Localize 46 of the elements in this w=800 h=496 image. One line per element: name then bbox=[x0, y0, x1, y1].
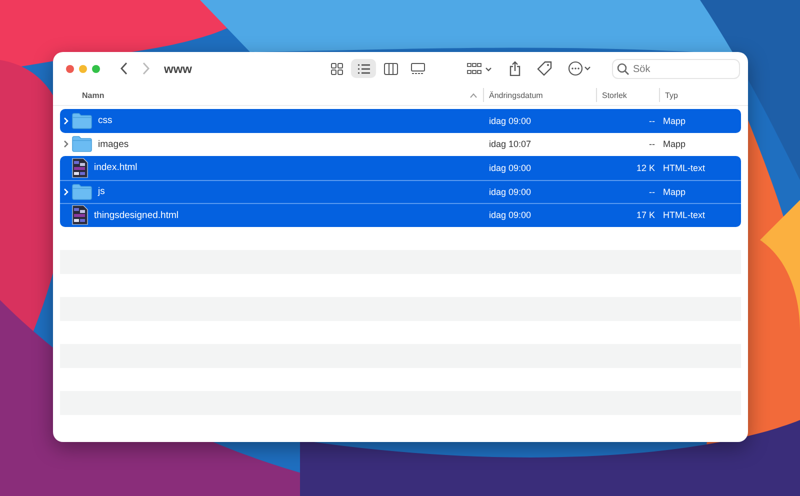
file-name: thingsdesigned.html bbox=[94, 210, 178, 221]
folder-icon bbox=[72, 136, 92, 152]
list-view-button[interactable] bbox=[351, 59, 376, 78]
list-icon bbox=[356, 62, 370, 74]
modified-date: idag 10:07 bbox=[488, 139, 532, 150]
search-icon bbox=[617, 62, 629, 74]
folder-icon bbox=[72, 112, 92, 129]
modified-date: idag 09:00 bbox=[488, 186, 532, 197]
back-icon[interactable] bbox=[120, 62, 128, 75]
columns-icon bbox=[384, 62, 398, 74]
column-header[interactable]: Typ bbox=[660, 88, 740, 102]
file-type: Mapp bbox=[662, 116, 687, 126]
sort-caret-icon bbox=[470, 92, 477, 98]
file-type: Mapp bbox=[662, 139, 687, 150]
file-type: HTML-text bbox=[662, 162, 706, 173]
window-title: www bbox=[164, 62, 194, 76]
file-size: 17 K bbox=[635, 210, 656, 220]
file-type: HTML-text bbox=[662, 210, 706, 220]
document-icon bbox=[72, 205, 88, 226]
folder-icon bbox=[72, 184, 92, 200]
file-name: index.html bbox=[94, 162, 138, 174]
gallery-icon bbox=[410, 62, 424, 74]
grid-icon bbox=[330, 62, 344, 74]
modified-date: idag 09:00 bbox=[488, 116, 532, 126]
file-name: css bbox=[98, 115, 112, 126]
file-type: Mapp bbox=[662, 186, 687, 197]
file-row[interactable]: images idag 10:07 -- Mapp bbox=[60, 132, 741, 156]
column-header[interactable]: Ändringsdatum bbox=[484, 88, 597, 102]
file-row[interactable]: thingsdesigned.html idag 09:00 17 K HTML-text bbox=[60, 203, 741, 226]
modified-date: idag 09:00 bbox=[488, 210, 532, 220]
file-name: images bbox=[98, 138, 129, 150]
close-button[interactable] bbox=[66, 64, 74, 72]
file-size: 12 K bbox=[635, 162, 656, 173]
file-row[interactable]: index.html idag 09:00 12 K HTML-text bbox=[60, 156, 741, 180]
column-header[interactable]: Storlek bbox=[597, 88, 660, 102]
file-size: -- bbox=[648, 139, 656, 150]
modified-date: idag 09:00 bbox=[488, 162, 532, 173]
document-icon bbox=[72, 158, 88, 178]
column-header[interactable]: Namn bbox=[82, 90, 104, 100]
disclosure-icon[interactable] bbox=[63, 140, 69, 148]
file-name: js bbox=[98, 186, 105, 198]
search-field[interactable]: Sök bbox=[612, 59, 740, 79]
file-size: -- bbox=[648, 186, 656, 197]
file-size: -- bbox=[648, 116, 656, 126]
file-row[interactable]: js idag 09:00 -- Mapp bbox=[60, 180, 741, 203]
file-row[interactable]: css idag 09:00 -- Mapp bbox=[60, 109, 741, 132]
